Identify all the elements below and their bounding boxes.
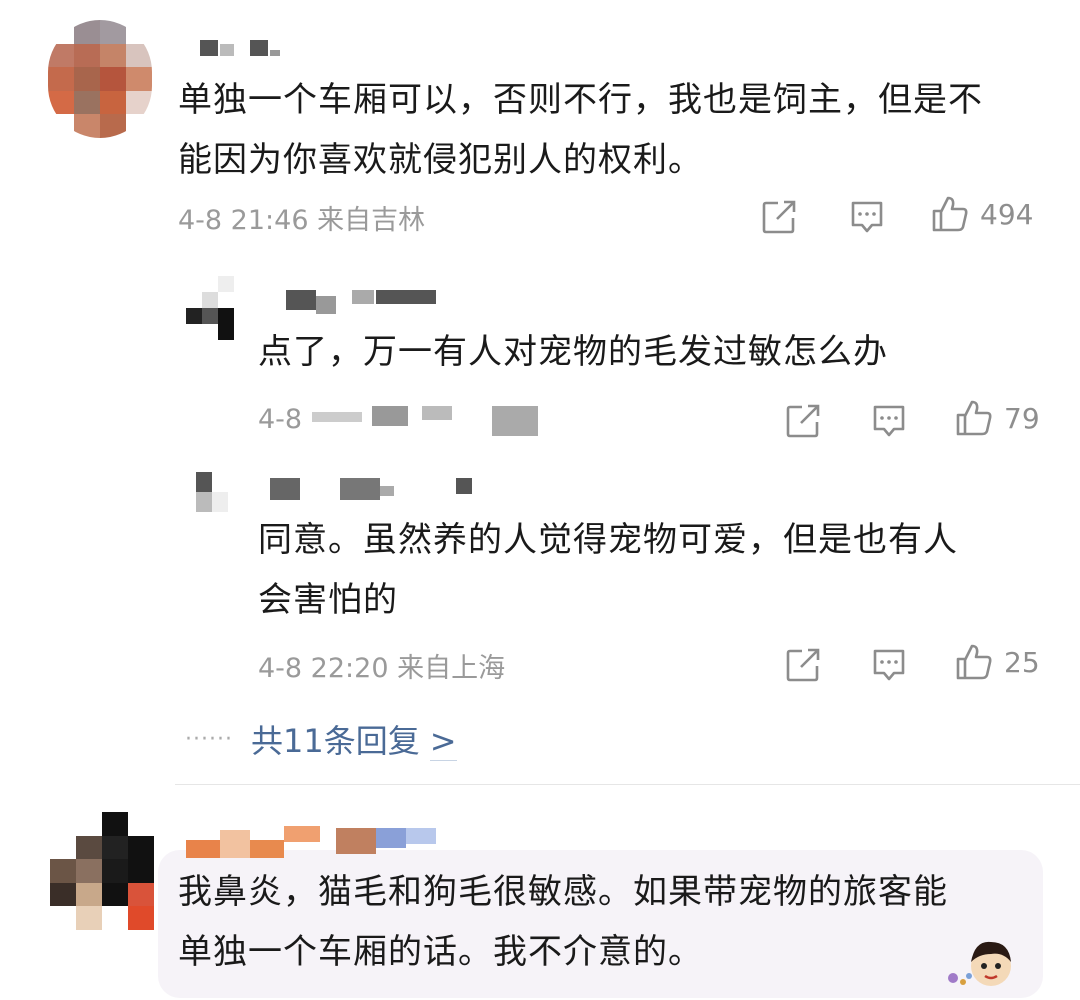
username-censored[interactable] [200, 36, 290, 66]
username-censored[interactable] [186, 826, 446, 858]
thumbs-up-icon [932, 196, 968, 232]
like-count: 79 [1004, 401, 1040, 435]
reply-meta: 4-8 [258, 404, 303, 435]
comment-icon [873, 649, 905, 681]
username-censored[interactable] [286, 290, 446, 320]
more-replies-link[interactable]: 共11条回复 > [251, 716, 457, 762]
like-count: 25 [1004, 645, 1040, 679]
chevron-right-icon: > [429, 722, 457, 761]
like-count: 494 [980, 197, 1034, 231]
comment-icon [873, 405, 905, 437]
more-replies-row[interactable]: ······ 共11条回复 > [185, 716, 457, 762]
share-icon [762, 200, 796, 234]
comment-button[interactable] [848, 198, 886, 236]
thumbs-up-icon [956, 644, 992, 680]
comment-icon [851, 201, 883, 233]
username-censored[interactable] [270, 478, 480, 508]
comment-text: 单独一个车厢可以，否则不行，我也是饲主，但是不 能因为你喜欢就侵犯别人的权利。 [178, 80, 983, 180]
comment-button[interactable] [870, 646, 908, 684]
share-icon [786, 648, 820, 682]
like-button[interactable]: 25 [954, 642, 1040, 682]
comment-thread: 单独一个车厢可以，否则不行，我也是饲主，但是不 能因为你喜欢就侵犯别人的权利。 … [0, 0, 1080, 1000]
reply-text: 同意。虽然养的人觉得宠物可爱，但是也有人 会害怕的 [258, 520, 958, 620]
divider [175, 784, 1080, 785]
avatar[interactable] [50, 812, 154, 930]
avatar[interactable] [48, 20, 152, 138]
thumbs-up-icon [956, 400, 992, 436]
share-button[interactable] [784, 402, 822, 440]
like-button[interactable]: 494 [930, 194, 1033, 234]
share-button[interactable] [760, 198, 798, 236]
reply-text: 点了，万一有人对宠物的毛发过敏怎么办 [258, 332, 888, 372]
comment-button[interactable] [870, 402, 908, 440]
avatar[interactable] [186, 276, 250, 340]
comment-meta: 4-8 21:46 来自吉林 [178, 205, 426, 236]
share-button[interactable] [784, 646, 822, 684]
meta-censored [312, 406, 542, 436]
share-icon [786, 404, 820, 438]
dots-icon: ······ [185, 726, 233, 752]
like-button[interactable]: 79 [954, 398, 1040, 438]
reply-meta: 4-8 22:20 来自上海 [258, 653, 506, 684]
comment-text: 我鼻炎，猫毛和狗毛很敏感。如果带宠物的旅客能 单独一个车厢的话。我不介意的。 [178, 872, 948, 972]
avatar[interactable] [196, 472, 244, 512]
